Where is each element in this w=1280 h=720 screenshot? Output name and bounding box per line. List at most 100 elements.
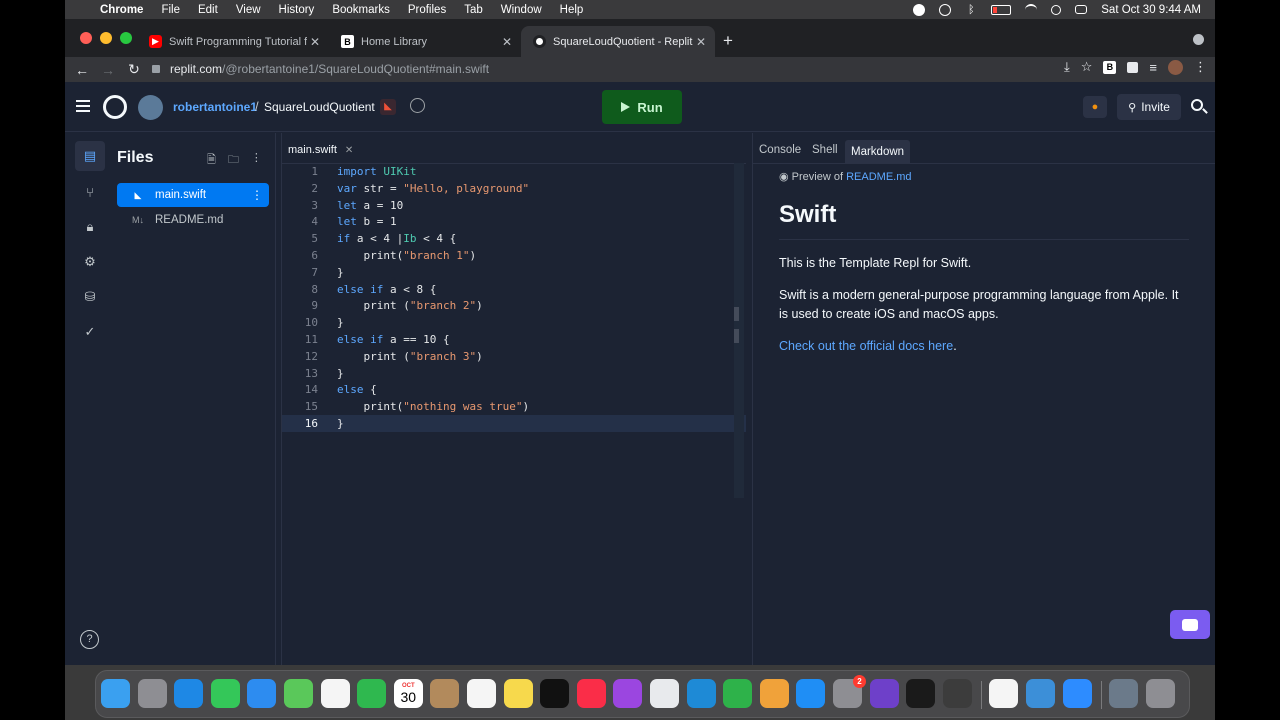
tab-markdown[interactable]: Markdown (845, 140, 911, 164)
system-preferences-icon[interactable]: 2 (833, 675, 866, 708)
secrets-lock-icon[interactable]: 🔒︎ (75, 212, 105, 242)
reading-list-icon[interactable]: ≡ (1149, 60, 1157, 75)
repl-name[interactable]: SquareLoudQuotient (264, 100, 375, 114)
editor-tab-main-swift[interactable]: main.swift ✕ (288, 144, 353, 156)
search-icon[interactable] (1191, 99, 1203, 111)
finder-icon[interactable] (101, 679, 130, 708)
code-line[interactable]: 7} (282, 264, 746, 281)
tab-search-icon[interactable] (1193, 34, 1204, 45)
forward-icon[interactable]: → (95, 62, 121, 78)
file-item-readme[interactable]: M↓ README.md (117, 208, 269, 232)
tab-shell[interactable]: Shell (812, 144, 838, 156)
sublime-icon[interactable] (942, 679, 972, 708)
podcasts-icon[interactable] (613, 679, 643, 708)
code-line[interactable]: 8 else if a < 8 { (282, 281, 746, 298)
hamburger-menu-icon[interactable] (76, 100, 90, 112)
facetime-icon[interactable] (357, 679, 387, 708)
bluetooth-icon[interactable]: ᛒ (965, 4, 977, 16)
new-file-icon[interactable]: 🗎︎ (207, 151, 216, 170)
quicktime-icon[interactable] (1026, 679, 1055, 708)
menu-edit[interactable]: Edit (189, 4, 227, 16)
lock-icon[interactable] (152, 64, 160, 73)
code-line[interactable]: 11 else if a == 10 { (282, 331, 746, 348)
news-icon[interactable] (989, 679, 1019, 708)
run-button[interactable]: Run (602, 90, 682, 124)
menu-app-name[interactable]: Chrome (91, 4, 152, 16)
contacts-icon[interactable] (430, 679, 460, 708)
browser-tab-replit[interactable]: SquareLoudQuotient - Replit ✕ (521, 26, 715, 57)
code-line[interactable]: 1 import UIKit (282, 163, 746, 180)
menu-tab[interactable]: Tab (455, 4, 492, 16)
menu-profiles[interactable]: Profiles (399, 4, 455, 16)
username-link[interactable]: robertantoine1 (173, 100, 257, 114)
spotlight-icon[interactable] (1051, 4, 1062, 15)
messages-icon[interactable] (210, 679, 240, 708)
menu-file[interactable]: File (152, 4, 189, 16)
control-center-icon[interactable] (1075, 5, 1088, 14)
avatar[interactable] (138, 95, 163, 120)
tab-console[interactable]: Console (759, 144, 801, 156)
more-options-icon[interactable]: ⋮ (251, 151, 262, 170)
window-close-button[interactable] (80, 32, 92, 44)
trash-icon[interactable] (1145, 679, 1175, 708)
cycles-icon[interactable]: ● (1083, 96, 1107, 118)
wifi-icon[interactable] (1025, 3, 1038, 16)
new-tab-button[interactable]: + (723, 31, 733, 51)
menu-window[interactable]: Window (492, 4, 551, 16)
play-icon[interactable] (939, 3, 952, 16)
browser-tab-youtube[interactable]: ▶ Swift Programming Tutorial for ✕ (137, 26, 329, 57)
new-folder-icon[interactable]: 🗀︎ (228, 151, 239, 170)
code-line[interactable]: 5 if a < 4 |Ib < 4 { (282, 230, 746, 247)
code-line[interactable]: 2 var str = "Hello, playground" (282, 180, 746, 197)
menu-view[interactable]: View (227, 4, 270, 16)
tv-icon[interactable] (540, 679, 570, 708)
file-item-main-swift[interactable]: ◣ main.swift ⋮ (117, 183, 269, 207)
checkmark-icon[interactable]: ✓ (75, 317, 105, 347)
menu-help[interactable]: Help (551, 4, 593, 16)
safari-icon[interactable] (174, 679, 204, 708)
numbers-icon[interactable] (723, 679, 753, 708)
close-tab-icon[interactable]: ✕ (693, 35, 709, 49)
maps-icon[interactable] (284, 679, 313, 708)
window-minimize-button[interactable] (100, 32, 112, 44)
close-tab-icon[interactable]: ✕ (499, 35, 515, 49)
chat-button[interactable] (1170, 610, 1210, 639)
back-icon[interactable]: ← (69, 62, 95, 78)
code-line[interactable]: 3 let a = 10 (282, 197, 746, 214)
screen-record-icon[interactable] (913, 3, 926, 16)
preview-file-link[interactable]: README.md (846, 171, 911, 183)
github-icon[interactable] (869, 679, 899, 708)
code-line[interactable]: 4 let b = 1 (282, 213, 746, 230)
chrome-menu-icon[interactable]: ⋮ (1194, 59, 1207, 75)
profile-avatar[interactable] (1168, 59, 1183, 75)
menu-bookmarks[interactable]: Bookmarks (323, 4, 399, 16)
window-zoom-button[interactable] (120, 32, 132, 44)
chrome-icon[interactable] (650, 679, 679, 708)
zoom-icon[interactable] (1062, 679, 1092, 708)
bookmark-star-icon[interactable]: ☆ (1081, 59, 1093, 75)
install-icon[interactable]: ⤓ (1064, 59, 1070, 75)
code-line[interactable]: 6 print("branch 1") (282, 247, 746, 264)
app-store-icon[interactable] (796, 679, 826, 708)
keynote-icon[interactable] (686, 679, 716, 708)
code-line[interactable]: 10} (282, 314, 746, 331)
code-area[interactable]: 1 import UIKit 2 var str = "Hello, playgrou… (282, 163, 746, 503)
notes-icon[interactable] (503, 679, 533, 708)
code-line[interactable]: 14 else { (282, 381, 746, 398)
code-line[interactable]: 13} (282, 365, 746, 382)
files-icon[interactable]: ▤ (75, 141, 105, 171)
settings-gear-icon[interactable]: ⚙ (75, 247, 105, 277)
mail-icon[interactable] (247, 679, 277, 708)
preview-icon[interactable] (1109, 679, 1139, 708)
photos-icon[interactable] (320, 679, 350, 708)
replit-logo[interactable] (103, 95, 127, 119)
code-line[interactable]: 16} (282, 415, 746, 432)
pages-icon[interactable] (759, 679, 789, 708)
reminders-icon[interactable] (467, 679, 496, 708)
reload-icon[interactable]: ↻ (121, 61, 147, 78)
invite-button[interactable]: ⚲ Invite (1117, 94, 1181, 120)
close-tab-icon[interactable]: ✕ (307, 35, 323, 49)
code-line[interactable]: 15 print("nothing was true") (282, 398, 746, 415)
launchpad-icon[interactable] (137, 679, 167, 708)
menu-history[interactable]: History (270, 4, 324, 16)
